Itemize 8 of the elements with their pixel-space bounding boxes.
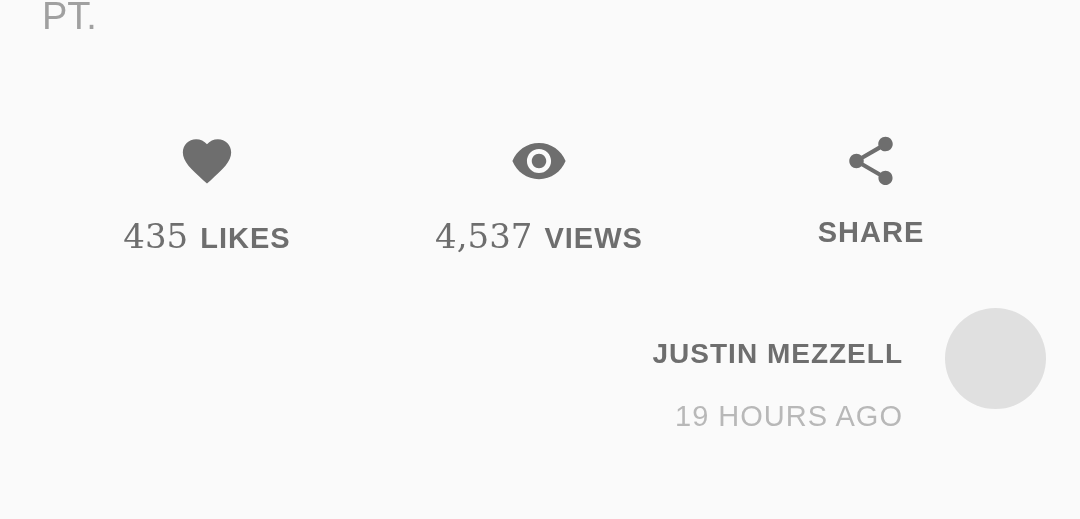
body-text: PT. bbox=[41, 0, 97, 38]
stat-label[interactable]: SHARE bbox=[817, 216, 925, 249]
post-time: 19 HOURS AGO bbox=[675, 400, 903, 433]
stat-count: 435 bbox=[123, 216, 189, 256]
stat-label: VIEWS bbox=[544, 222, 643, 255]
stat-count: 4,537 bbox=[435, 216, 533, 256]
stat-label: LIKES bbox=[200, 222, 291, 255]
author-name[interactable]: JUSTIN MEZZELL bbox=[652, 338, 903, 370]
